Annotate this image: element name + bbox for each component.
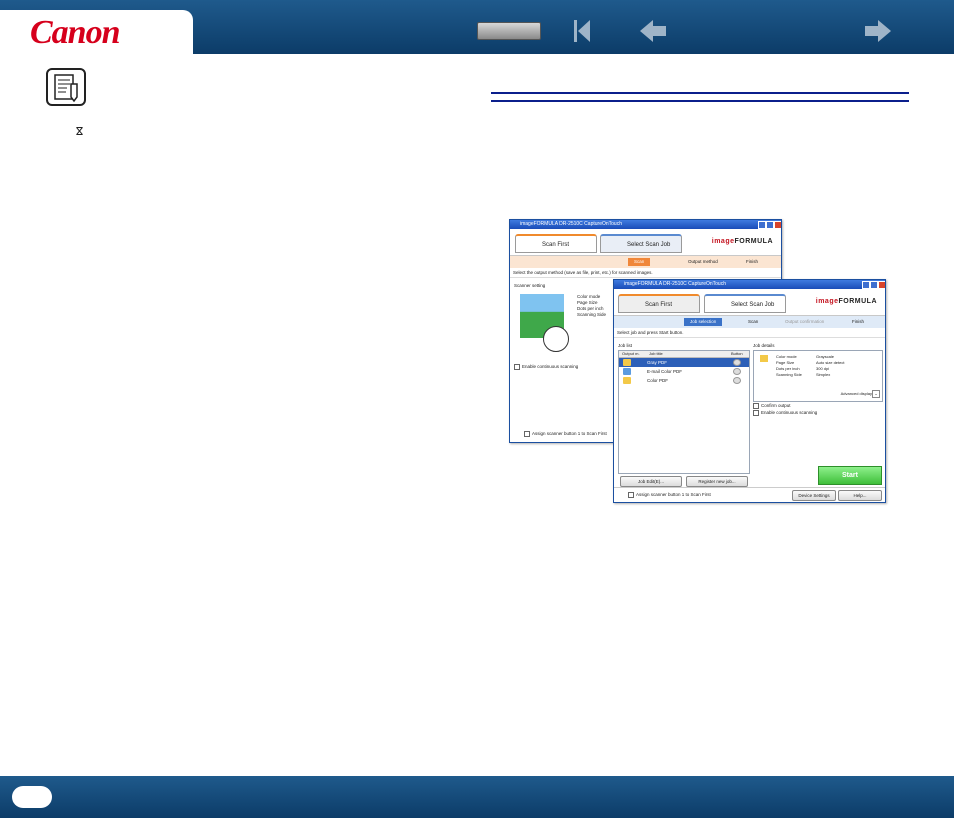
imageformula-brand: imageFORMULA xyxy=(815,298,877,305)
tab-select-scan-job[interactable]: Select Scan Job xyxy=(600,234,682,253)
next-page-icon[interactable] xyxy=(862,16,894,46)
advanced-display-link[interactable]: Advanced display xyxy=(841,391,872,396)
close-icon[interactable] xyxy=(878,281,885,289)
tab-scan-first[interactable]: Scan First xyxy=(515,234,597,253)
minimize-icon[interactable] xyxy=(758,221,766,229)
job-details-panel: Color mode Page Size Dots per inch Scann… xyxy=(753,350,883,402)
magnifier-icon xyxy=(543,326,569,352)
tab-bar: Scan First Select Scan Job imageFORMULA xyxy=(614,289,885,316)
toc-button[interactable] xyxy=(477,22,541,40)
col-job-title: Job title xyxy=(649,351,663,356)
step-finish: Finish xyxy=(746,259,759,264)
scanner-setting-label: Scanner setting xyxy=(514,283,546,288)
select-scan-job-window: imageFORMULA DR-2510C CaptureOnTouch Sca… xyxy=(613,279,886,503)
col-output: Output m. xyxy=(622,351,640,356)
tab-select-scan-job[interactable]: Select Scan Job xyxy=(704,294,786,313)
setting-side: Scanning Side xyxy=(577,312,607,317)
job-row[interactable]: Gray PDF xyxy=(619,358,749,367)
detail-key: Scanning Side xyxy=(776,372,802,377)
job-row[interactable]: E-mail Color PDF xyxy=(619,367,749,376)
window-title: imageFORMULA DR-2510C CaptureOnTouch xyxy=(510,220,781,229)
confirm-output-checkbox[interactable]: Confirm output xyxy=(753,403,791,409)
folder-icon xyxy=(760,355,768,362)
start-button[interactable]: Start xyxy=(818,466,882,485)
button-icon xyxy=(733,377,741,384)
step-finish: Finish xyxy=(852,319,865,324)
imageformula-brand: imageFORMULA xyxy=(711,238,773,245)
assign-checkbox[interactable]: Assign scanner button 1 to Scan First xyxy=(524,431,607,437)
help-button[interactable]: Help... xyxy=(838,490,882,501)
continuous-checkbox[interactable]: Enable continuous scanning xyxy=(514,364,578,370)
instruction-text: Select the output method (save as file, … xyxy=(510,268,781,278)
step-bar: Scan Output method Finish xyxy=(510,256,781,268)
chevron-down-icon[interactable]: ⌄ xyxy=(872,390,880,398)
maximize-icon[interactable] xyxy=(766,221,774,229)
tab-scan-first[interactable]: Scan First xyxy=(618,294,700,313)
instruction-text: Select job and press Start button. xyxy=(614,328,885,338)
maximize-icon[interactable] xyxy=(870,281,878,289)
step-scan: Scan xyxy=(628,258,651,266)
folder-icon xyxy=(623,359,631,366)
section-rule xyxy=(491,92,909,102)
button-icon xyxy=(733,359,741,366)
device-settings-button[interactable]: Device Settings xyxy=(792,490,836,501)
window-title: imageFORMULA DR-2510C CaptureOnTouch xyxy=(614,280,885,289)
folder-icon xyxy=(623,377,631,384)
email-icon xyxy=(623,368,631,375)
minimize-icon[interactable] xyxy=(862,281,870,289)
job-row[interactable]: Color PDF xyxy=(619,376,749,385)
button-icon xyxy=(733,368,741,375)
continuous-checkbox[interactable]: Enable continuous scanning xyxy=(753,410,817,416)
step-bar: Job selection Scan Output confirmation F… xyxy=(614,316,885,328)
canon-logo: Canon xyxy=(30,14,120,51)
step-scan: Scan xyxy=(748,319,759,324)
small-mark: ⴵ xyxy=(76,126,83,138)
assign-checkbox[interactable]: Assign scanner button 1 to Scan First xyxy=(628,492,711,498)
close-icon[interactable] xyxy=(774,221,781,229)
bottom-bar xyxy=(0,776,954,818)
job-details-label: Job details xyxy=(753,343,775,348)
register-job-button[interactable]: Register new job... xyxy=(686,476,748,487)
job-list: Output m. Job title Button Gray PDF E-ma… xyxy=(618,350,750,474)
job-edit-button[interactable]: Job Edit(E)... xyxy=(620,476,682,487)
col-button: Button xyxy=(731,351,743,356)
first-page-icon[interactable] xyxy=(566,16,598,46)
prev-page-icon[interactable] xyxy=(637,16,669,46)
tab-bar: Scan First Select Scan Job imageFORMULA xyxy=(510,229,781,256)
step-output: Output method xyxy=(688,259,718,264)
page-number-pill xyxy=(12,786,52,808)
detail-value: Simplex xyxy=(816,372,831,377)
note-icon xyxy=(46,68,86,106)
step-job-selection: Job selection xyxy=(684,318,723,326)
job-list-label: Job list xyxy=(618,343,633,348)
step-output-confirmation: Output confirmation xyxy=(785,319,825,324)
